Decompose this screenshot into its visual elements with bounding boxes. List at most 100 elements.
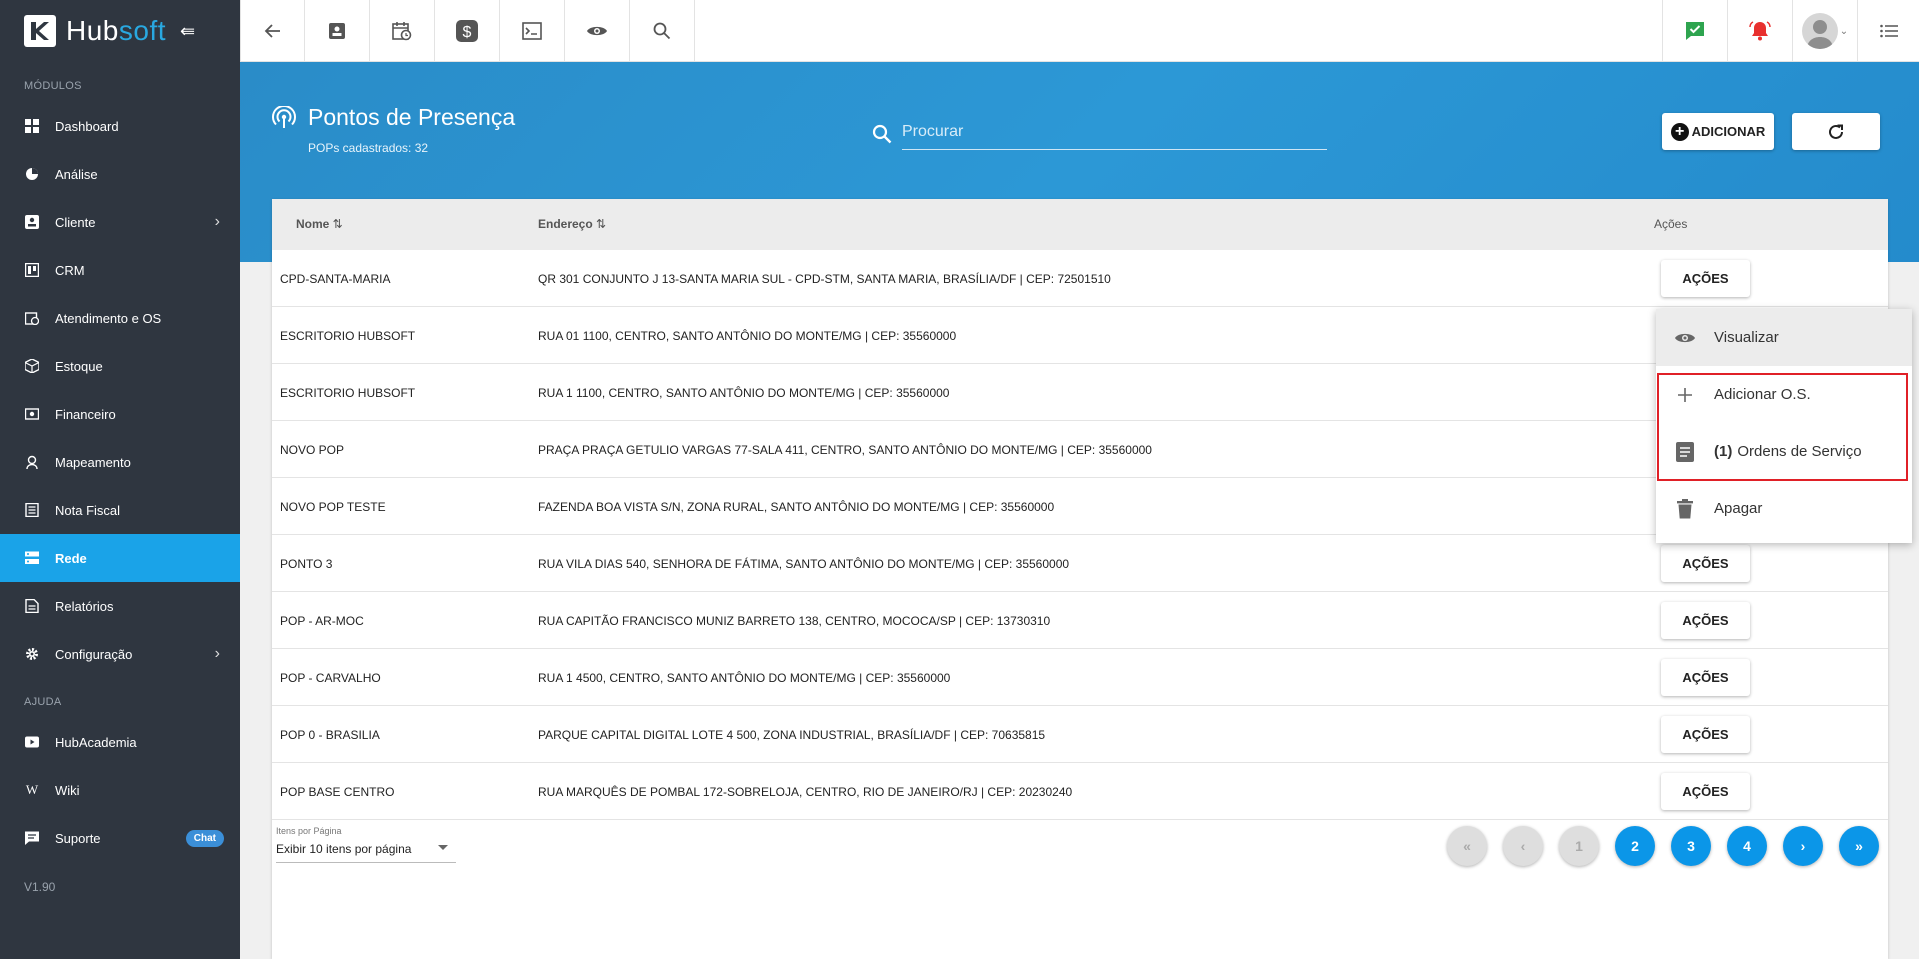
refresh-button[interactable] [1792, 113, 1880, 150]
pops-table-card: Nome ⇅ Endereço ⇅ Ações CPD-SANTA-MARIA … [272, 199, 1888, 959]
view-button[interactable] [565, 0, 630, 62]
sidebar-item-label: Rede [55, 550, 87, 566]
page-button-3[interactable]: 3 [1671, 826, 1711, 866]
table-row: POP - AR-MOC RUA CAPITÃO FRANCISCO MUNIZ… [272, 592, 1888, 649]
brand[interactable]: Hubsoft ⇚ [0, 0, 240, 62]
cell-address: RUA MARQUÊS DE POMBAL 172-SOBRELOJA, CEN… [538, 785, 1073, 799]
sidebar-item-rede[interactable]: Rede [0, 534, 240, 582]
plus-circle-icon: + [1670, 122, 1689, 141]
collapse-menu-icon[interactable]: ⇚ [180, 21, 195, 42]
calendar-clock-icon [392, 22, 412, 41]
sidebar-item-financeiro[interactable]: Financeiro [0, 390, 240, 438]
first-page-button[interactable]: « [1447, 826, 1487, 866]
table-header: Nome ⇅ Endereço ⇅ Ações [272, 199, 1888, 250]
row-actions-button[interactable]: AÇÕES [1661, 773, 1750, 810]
bell-alert-icon [1749, 21, 1771, 41]
sidebar-item-label: Relatórios [55, 598, 114, 614]
notifications-button[interactable] [1727, 0, 1792, 62]
cell-address: PARQUE CAPITAL DIGITAL LOTE 4 500, ZONA … [538, 728, 1046, 742]
sidebar-item-configuracao[interactable]: Configuração › [0, 630, 240, 678]
cell-name: POP BASE CENTRO [280, 785, 395, 799]
table-row: NOVO POP PRAÇA PRAÇA GETULIO VARGAS 77-S… [272, 421, 1888, 478]
page-title: Pontos de Presença [272, 104, 515, 131]
refresh-icon [1829, 124, 1843, 139]
list-icon [1879, 24, 1898, 38]
sidebar-item-dashboard[interactable]: Dashboard [0, 102, 240, 150]
items-per-page: Itens por Página Exibir 10 itens por pág… [276, 826, 456, 863]
sidebar-item-suporte[interactable]: Suporte Chat [0, 814, 240, 862]
page-button-2[interactable]: 2 [1615, 826, 1655, 866]
row-actions-button[interactable]: AÇÕES [1661, 602, 1750, 639]
chat-badge[interactable]: Chat [185, 829, 224, 847]
sidebar-item-label: Mapeamento [55, 454, 131, 470]
eye-icon [1674, 327, 1696, 349]
cell-name: POP 0 - BRASILIA [280, 728, 380, 742]
arrow-left-icon [264, 24, 280, 38]
menu-item-apagar[interactable]: Apagar [1656, 480, 1912, 537]
column-header-address[interactable]: Endereço ⇅ [538, 217, 606, 231]
sidebar-section-ajuda: AJUDA [24, 696, 62, 708]
brand-logo-text: Hubsoft [66, 15, 167, 46]
last-page-button[interactable]: » [1839, 826, 1879, 866]
row-actions-button[interactable]: AÇÕES [1661, 545, 1750, 582]
page-button-1[interactable]: 1 [1559, 826, 1599, 866]
list-menu-button[interactable] [1857, 0, 1919, 62]
sidebar-item-estoque[interactable]: Estoque [0, 342, 240, 390]
cell-name: POP - AR-MOC [280, 614, 364, 628]
search-button[interactable] [630, 0, 695, 62]
table-row: ESCRITORIO HUBSOFT RUA 01 1100, CENTRO, … [272, 307, 1888, 364]
page-title-text: Pontos de Presença [308, 104, 516, 130]
sidebar-item-atendimento[interactable]: Atendimento e OS [0, 294, 240, 342]
items-per-page-label: Itens por Página [276, 826, 342, 836]
contacts-button[interactable] [305, 0, 370, 62]
sidebar-item-label: Configuração [55, 646, 133, 662]
items-per-page-select[interactable]: Exibir 10 itens por página [276, 842, 456, 863]
menu-item-visualizar[interactable]: Visualizar [1656, 309, 1912, 366]
wikipedia-icon: W [25, 782, 39, 797]
sidebar-item-label: Dashboard [55, 118, 119, 134]
sidebar-item-mapeamento[interactable]: Mapeamento [0, 438, 240, 486]
sidebar-item-hubacademia[interactable]: HubAcademia [0, 718, 240, 766]
messages-button[interactable] [1662, 0, 1727, 62]
add-button-label: ADICIONAR [1691, 124, 1766, 139]
server-icon [24, 550, 40, 566]
dropdown-caret-icon [438, 845, 448, 850]
sidebar-item-relatorios[interactable]: Relatórios [0, 582, 240, 630]
add-button[interactable]: + ADICIONAR [1662, 113, 1774, 150]
trash-icon [1674, 498, 1696, 520]
sidebar-item-wiki[interactable]: W Wiki [0, 766, 240, 814]
cell-address: QR 301 CONJUNTO J 13-SANTA MARIA SUL - C… [538, 272, 1111, 286]
column-header-actions: Ações [1654, 217, 1688, 231]
prev-page-button[interactable]: ‹ [1503, 826, 1543, 866]
row-actions-button[interactable]: AÇÕES [1661, 260, 1750, 297]
search-icon [872, 124, 892, 144]
row-actions-button[interactable]: AÇÕES [1661, 716, 1750, 753]
page-subtitle: POPs cadastrados: 32 [308, 141, 429, 155]
sidebar-item-label: Estoque [55, 358, 103, 374]
hubsoft-logo-icon [24, 15, 56, 47]
column-header-name[interactable]: Nome ⇅ [296, 217, 343, 231]
user-menu-button[interactable]: ⌄ [1792, 0, 1857, 62]
sidebar-item-label: HubAcademia [55, 734, 137, 750]
row-actions-button[interactable]: AÇÕES [1661, 659, 1750, 696]
schedule-button[interactable] [370, 0, 435, 62]
sidebar-item-label: CRM [55, 262, 85, 278]
page-button-4[interactable]: 4 [1727, 826, 1767, 866]
chevron-right-icon: › [214, 213, 220, 230]
financial-button[interactable]: $ [435, 0, 500, 62]
sidebar-item-crm[interactable]: CRM [0, 246, 240, 294]
back-button[interactable] [240, 0, 305, 62]
chat-check-icon [1686, 22, 1704, 40]
sidebar-item-analise[interactable]: Análise [0, 150, 240, 198]
cell-name: NOVO POP [280, 443, 345, 457]
cell-name: ESCRITORIO HUBSOFT [280, 329, 416, 343]
search-input[interactable] [902, 118, 1327, 150]
table-row: POP BASE CENTRO RUA MARQUÊS DE POMBAL 17… [272, 763, 1888, 820]
next-page-button[interactable]: › [1783, 826, 1823, 866]
table-row: NOVO POP TESTE FAZENDA BOA VISTA S/N, ZO… [272, 478, 1888, 535]
terminal-button[interactable] [500, 0, 565, 62]
sidebar-item-cliente[interactable]: Cliente › [0, 198, 240, 246]
chevron-right-icon: › [214, 645, 220, 662]
topbar: $ ⌄ [240, 0, 1919, 62]
sidebar-item-nota-fiscal[interactable]: Nota Fiscal [0, 486, 240, 534]
